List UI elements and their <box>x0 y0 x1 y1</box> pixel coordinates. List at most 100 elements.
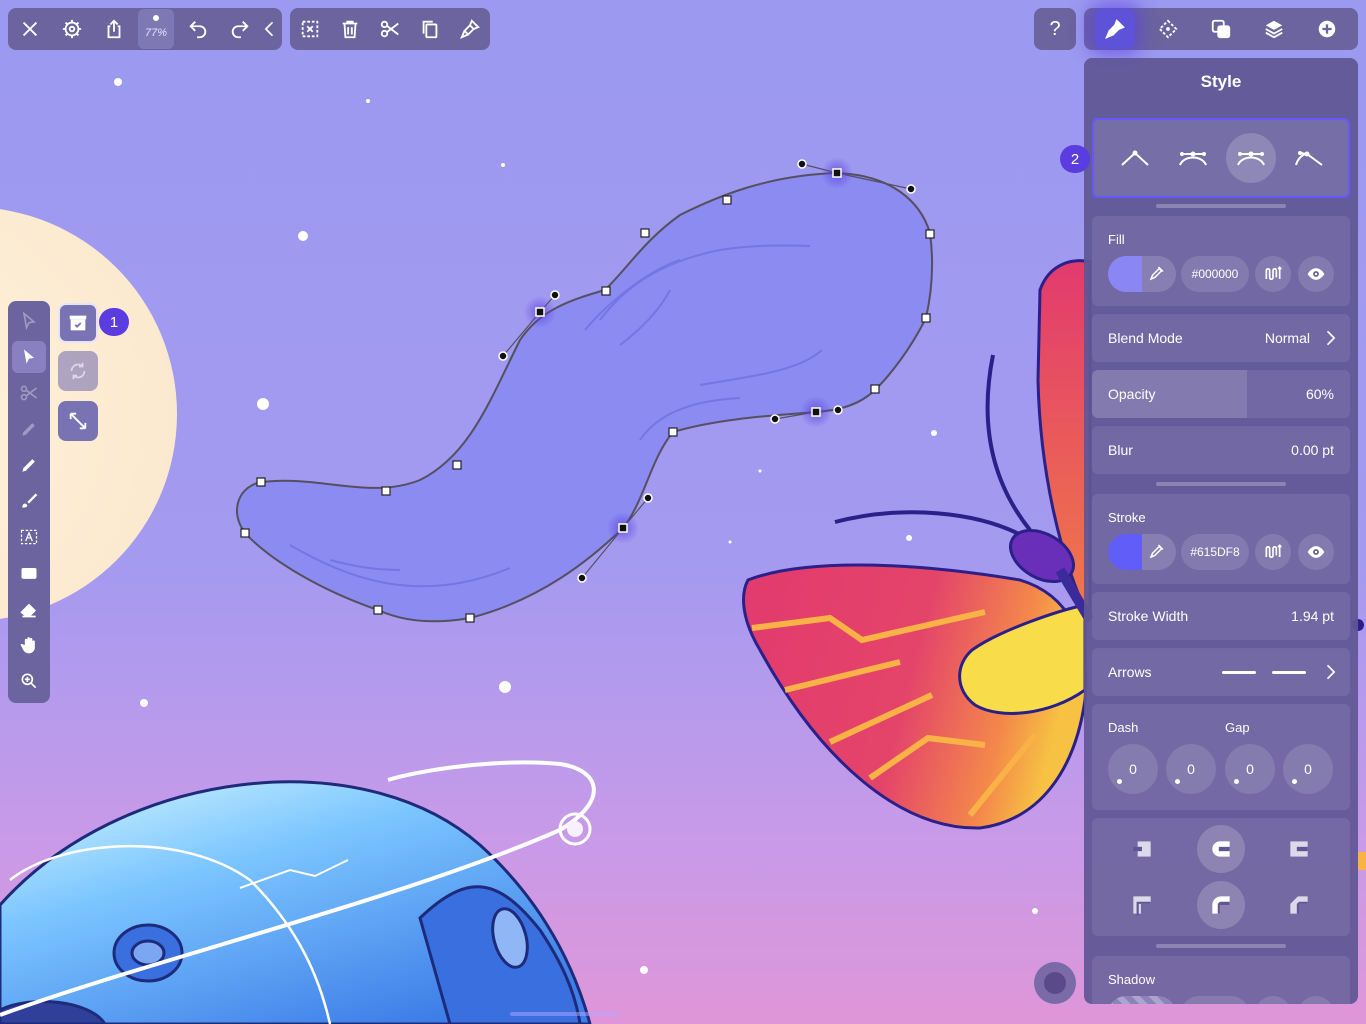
stroke-hex-field[interactable]: #615DF8 <box>1181 534 1249 570</box>
stroke-gradient-button[interactable] <box>1255 534 1291 570</box>
round-join-button[interactable] <box>1197 881 1245 929</box>
select-behind-toggle[interactable] <box>58 303 98 343</box>
cut-button[interactable] <box>370 9 410 49</box>
shadow-color-swatch[interactable] <box>1108 996 1176 1004</box>
settings-button[interactable] <box>52 9 92 49</box>
tool-scissors[interactable] <box>12 377 46 409</box>
tool-select[interactable] <box>12 341 46 373</box>
tool-hand[interactable] <box>12 629 46 661</box>
tool-pencil[interactable] <box>12 449 46 481</box>
section-divider <box>1156 944 1286 948</box>
share-icon <box>107 19 121 39</box>
straight-node-icon <box>1179 151 1207 166</box>
blur-slider[interactable]: Blur 0.00 pt <box>1092 426 1350 474</box>
dash-1-dial[interactable]: 0 <box>1108 744 1158 794</box>
arrow-start-preview <box>1222 671 1256 674</box>
chevron-right-icon <box>1326 330 1336 346</box>
sub-tool-badge: 1 <box>99 308 129 336</box>
node-sharp-button[interactable] <box>1110 133 1160 183</box>
scale-toggle[interactable] <box>58 401 98 441</box>
stroke-color-swatch[interactable] <box>1108 534 1176 570</box>
blend-mode-label: Blend Mode <box>1108 330 1183 346</box>
tool-shape[interactable] <box>12 557 46 589</box>
dash-2-dial[interactable]: 0 <box>1225 744 1275 794</box>
gap-1-value: 0 <box>1187 761 1195 777</box>
tab-add[interactable] <box>1307 9 1347 49</box>
tool-eraser[interactable] <box>12 593 46 625</box>
close-button[interactable] <box>10 9 50 49</box>
duplicate-button[interactable] <box>410 9 450 49</box>
bevel-join-button[interactable] <box>1275 881 1323 929</box>
node-straight-button[interactable] <box>1168 133 1218 183</box>
help-button[interactable]: ? <box>1034 8 1076 50</box>
zoom-level[interactable]: 77% <box>138 9 174 49</box>
tab-style[interactable] <box>1094 9 1135 49</box>
share-button[interactable] <box>94 9 134 49</box>
node-mirrored-button[interactable] <box>1226 133 1276 183</box>
opacity-slider[interactable]: Opacity 60% <box>1092 370 1350 418</box>
bevel-join-icon <box>1290 896 1308 914</box>
tab-transform[interactable] <box>1148 9 1188 49</box>
fill-gradient-button[interactable] <box>1255 256 1291 292</box>
round-cap-button[interactable] <box>1197 825 1245 873</box>
planet-shape <box>0 760 596 1024</box>
tab-arrange[interactable] <box>1201 9 1241 49</box>
pen-icon <box>22 423 35 436</box>
rotate-toggle[interactable] <box>58 351 98 391</box>
tool-text[interactable] <box>12 521 46 553</box>
tool-pen[interactable] <box>12 413 46 445</box>
stroke-visibility-toggle[interactable] <box>1298 534 1334 570</box>
fill-visibility-toggle[interactable] <box>1298 256 1334 292</box>
zoom-label: 77% <box>144 27 168 39</box>
copy-style-button[interactable] <box>450 9 490 49</box>
stroke-section: Stroke #615DF8 <box>1092 494 1350 584</box>
gradient-curve-icon <box>1265 544 1282 559</box>
tool-zoom[interactable] <box>12 665 46 697</box>
delete-button[interactable] <box>330 9 370 49</box>
dial-marker <box>1175 779 1180 784</box>
shadow-visibility-toggle[interactable] <box>1298 996 1334 1004</box>
fill-color-swatch[interactable] <box>1108 256 1176 292</box>
sharp-node-icon <box>1121 150 1149 166</box>
collapse-toolbar-button[interactable] <box>260 9 280 49</box>
shadow-option-button[interactable] <box>1255 996 1291 1004</box>
caps-joins-section <box>1092 818 1350 936</box>
style-brush-icon <box>460 19 480 39</box>
disconnected-node-icon <box>1295 151 1323 166</box>
arrows-row[interactable]: Arrows <box>1092 648 1350 696</box>
shadow-hex-field[interactable] <box>1181 996 1249 1004</box>
redo-icon <box>231 21 249 39</box>
arrows-label: Arrows <box>1108 664 1152 680</box>
style-panel: Style Fill #000000 Blend Mode Normal Opa… <box>1084 58 1358 1004</box>
mirrored-node-icon <box>1237 151 1265 166</box>
undo-button[interactable] <box>178 9 218 49</box>
zoom-icon <box>21 673 37 689</box>
stroke-width-value: 1.94 pt <box>1291 608 1334 624</box>
tool-node-select[interactable] <box>12 305 46 337</box>
tab-layers[interactable] <box>1254 9 1294 49</box>
gap-2-dial[interactable]: 0 <box>1283 744 1333 794</box>
style-brush-icon <box>1104 19 1125 39</box>
node-disconnected-button[interactable] <box>1284 133 1334 183</box>
deselect-button[interactable] <box>290 9 330 49</box>
eyedropper-icon <box>1149 266 1164 281</box>
expand-icon <box>69 412 87 430</box>
redo-button[interactable] <box>220 9 260 49</box>
miter-join-icon <box>1133 896 1151 916</box>
chevron-left-icon <box>264 21 274 37</box>
stroke-width-slider[interactable]: Stroke Width 1.94 pt <box>1092 592 1350 640</box>
fill-label: Fill <box>1108 232 1125 247</box>
fill-hex-field[interactable]: #000000 <box>1181 256 1249 292</box>
select-tool-options <box>56 301 102 443</box>
square-cap-button[interactable] <box>1275 825 1323 873</box>
gap-1-dial[interactable]: 0 <box>1166 744 1216 794</box>
butt-cap-button[interactable] <box>1118 825 1166 873</box>
tool-brush[interactable] <box>12 485 46 517</box>
help-label: ? <box>1049 17 1061 40</box>
round-cap-icon <box>1212 841 1230 857</box>
gap-2-value: 0 <box>1304 761 1312 777</box>
blend-mode-row[interactable]: Blend Mode Normal <box>1092 314 1350 362</box>
scissors-icon <box>20 385 38 401</box>
miter-join-button[interactable] <box>1118 881 1166 929</box>
quick-action-button[interactable] <box>1034 962 1076 1004</box>
